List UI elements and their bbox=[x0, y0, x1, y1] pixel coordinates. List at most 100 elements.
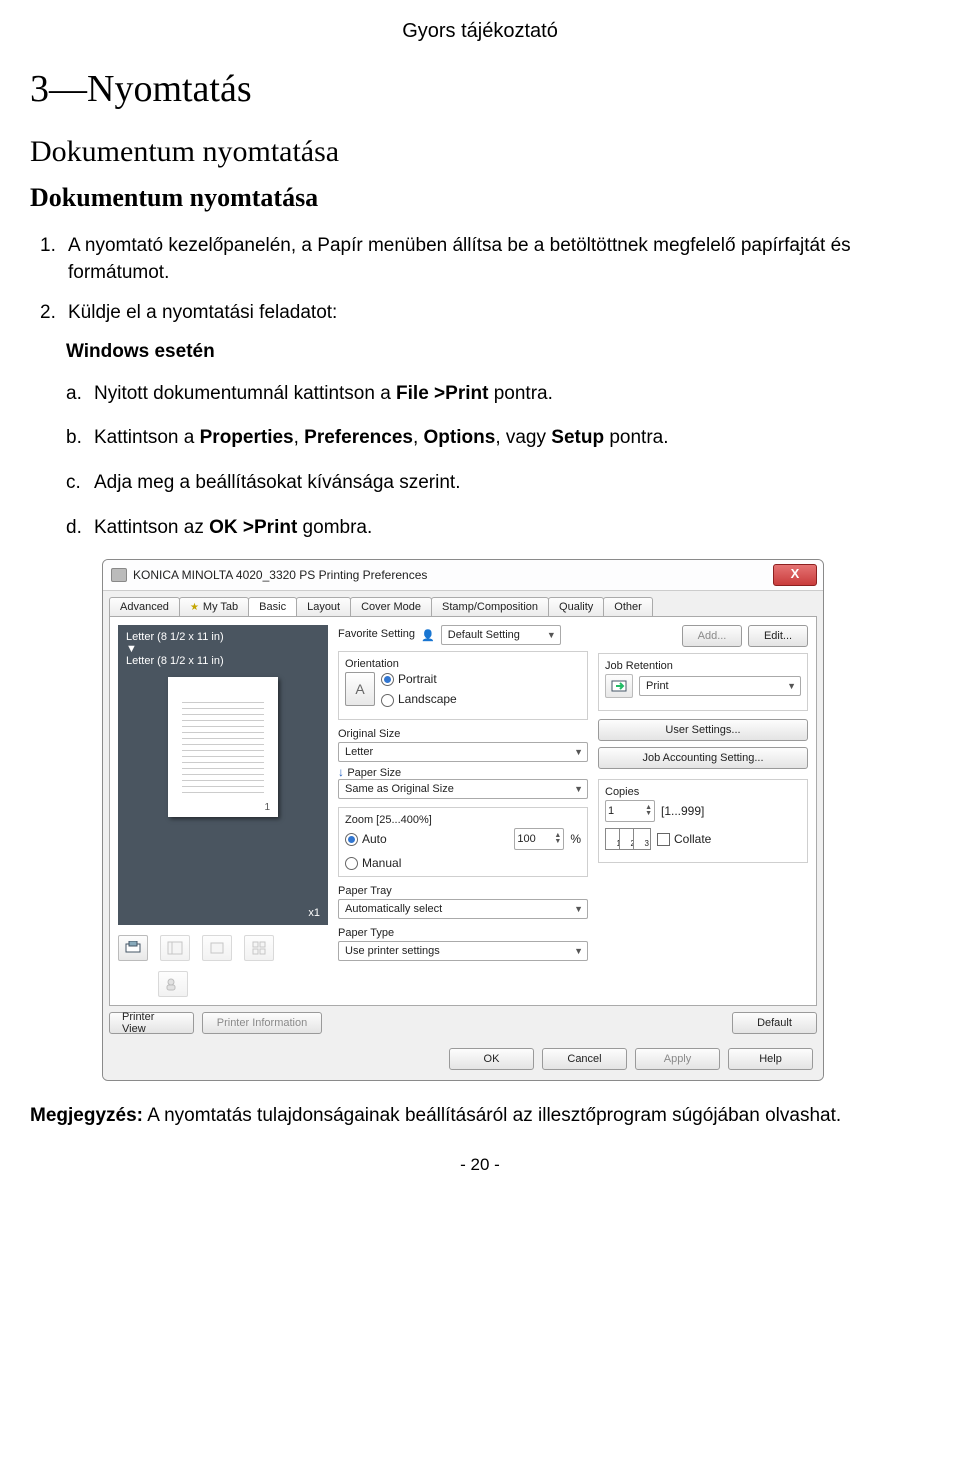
add-favorite-button[interactable]: Add... bbox=[682, 625, 742, 647]
close-button[interactable]: X bbox=[773, 564, 817, 586]
fav-buttons: Add... Edit... bbox=[598, 625, 808, 647]
original-size-value: Letter bbox=[345, 746, 373, 758]
paper-type-value: Use printer settings bbox=[345, 945, 440, 957]
zoom-value: 100 bbox=[517, 833, 535, 845]
paper-size-combo[interactable]: Same as Original Size▼ bbox=[338, 779, 588, 799]
sub-b-s2: , bbox=[413, 427, 424, 448]
default-button[interactable]: Default bbox=[732, 1012, 817, 1034]
zoom-label: Zoom [25...400%] bbox=[345, 814, 581, 826]
orientation-label: Orientation bbox=[345, 658, 581, 670]
sub-b-text: Kattintson a Properties, Preferences, Op… bbox=[94, 425, 669, 452]
toolbar-icons-row-2 bbox=[118, 971, 328, 997]
dialog-title: KONICA MINOLTA 4020_3320 PS Printing Pre… bbox=[133, 568, 427, 582]
duplex-icon bbox=[160, 935, 190, 961]
tab-mytab[interactable]: ★ My Tab bbox=[179, 597, 249, 616]
tab-cover-mode[interactable]: Cover Mode bbox=[350, 597, 432, 616]
sub-step-c: c. Adja meg a beállításokat kívánsága sz… bbox=[66, 470, 930, 497]
radio-icon bbox=[381, 673, 394, 686]
heading-1: 3—Nyomtatás bbox=[30, 67, 930, 111]
paper-tray-combo[interactable]: Automatically select▼ bbox=[338, 899, 588, 919]
job-retention-label: Job Retention bbox=[605, 660, 801, 672]
sub-c-text: Adja meg a beállításokat kívánsága szeri… bbox=[94, 470, 460, 497]
paper-type-combo[interactable]: Use printer settings▼ bbox=[338, 941, 588, 961]
dialog-titlebar[interactable]: KONICA MINOLTA 4020_3320 PS Printing Pre… bbox=[103, 560, 823, 591]
tray-icon[interactable] bbox=[118, 935, 148, 961]
page-container: Gyors tájékoztató 3—Nyomtatás Dokumentum… bbox=[0, 0, 960, 1195]
zoom-auto-radio[interactable]: Auto bbox=[345, 832, 387, 846]
zoom-value-spinner[interactable]: 100 ▲▼ bbox=[514, 828, 564, 850]
tab-mytab-label: My Tab bbox=[203, 601, 238, 613]
sub-d-text: Kattintson az OK >Print gombra. bbox=[94, 515, 372, 542]
chevron-down-icon: ▼ bbox=[574, 784, 583, 794]
sub-b-b3: Options bbox=[424, 427, 496, 448]
copies-group: Copies 1▲▼ [1...999] 123 Collate bbox=[598, 779, 808, 863]
zoom-manual-label: Manual bbox=[362, 856, 401, 870]
tab-quality[interactable]: Quality bbox=[548, 597, 604, 616]
sub-a-marker: a. bbox=[66, 381, 94, 408]
cancel-button[interactable]: Cancel bbox=[542, 1048, 627, 1070]
radio-icon bbox=[345, 833, 358, 846]
copies-range: [1...999] bbox=[661, 804, 704, 818]
preview-dst-size: Letter (8 1/2 x 11 in) bbox=[126, 655, 320, 667]
paper-size-label: Paper Size bbox=[347, 767, 401, 779]
sub-a-pre: Nyitott dokumentumnál kattintson a bbox=[94, 383, 396, 404]
radio-icon bbox=[381, 694, 394, 707]
paper-size-row: ↓ Paper Size bbox=[338, 765, 588, 779]
printer-icon bbox=[111, 568, 127, 582]
step-1-marker: 1. bbox=[40, 233, 68, 286]
copies-spinner[interactable]: 1▲▼ bbox=[605, 800, 655, 822]
printer-view-button[interactable]: Printer View bbox=[109, 1012, 194, 1034]
step-1-text: A nyomtató kezelőpanelén, a Papír menübe… bbox=[68, 233, 930, 286]
sub-a-text: Nyitott dokumentumnál kattintson a File … bbox=[94, 381, 553, 408]
help-button[interactable]: Help bbox=[728, 1048, 813, 1070]
chevron-down-icon: ▼ bbox=[574, 904, 583, 914]
original-size-combo[interactable]: Letter ▼ bbox=[338, 742, 588, 762]
radio-icon bbox=[345, 857, 358, 870]
job-accounting-button[interactable]: Job Accounting Setting... bbox=[598, 747, 808, 769]
paper-tray-label: Paper Tray bbox=[338, 885, 588, 897]
spinner-arrows-icon: ▲▼ bbox=[554, 833, 561, 845]
sub-b-marker: b. bbox=[66, 425, 94, 452]
chevron-down-icon: ▼ bbox=[574, 747, 583, 757]
portrait-radio[interactable]: Portrait bbox=[381, 672, 457, 686]
collate-checkbox[interactable]: Collate bbox=[657, 832, 711, 846]
tab-layout[interactable]: Layout bbox=[296, 597, 351, 616]
ok-button[interactable]: OK bbox=[449, 1048, 534, 1070]
apply-button[interactable]: Apply bbox=[635, 1048, 720, 1070]
sub-a-bold: File >Print bbox=[396, 383, 488, 404]
sub-b-post: pontra. bbox=[604, 427, 668, 448]
sub-c-marker: c. bbox=[66, 470, 94, 497]
sub-b-b2: Preferences bbox=[304, 427, 413, 448]
printer-information-button[interactable]: Printer Information bbox=[202, 1012, 322, 1034]
favorite-setting-combo[interactable]: Default Setting▼ bbox=[441, 625, 561, 645]
booklet-icon bbox=[202, 935, 232, 961]
dialog-footer: OK Cancel Apply Help bbox=[103, 1040, 823, 1080]
printing-preferences-dialog: KONICA MINOLTA 4020_3320 PS Printing Pre… bbox=[102, 559, 824, 1081]
star-icon: ★ bbox=[190, 602, 199, 613]
edit-favorite-button[interactable]: Edit... bbox=[748, 625, 808, 647]
sub-step-d: d. Kattintson az OK >Print gombra. bbox=[66, 515, 930, 542]
chevron-down-icon: ▼ bbox=[787, 681, 796, 691]
paper-tray-group: Paper Tray Automatically select▼ bbox=[338, 885, 588, 919]
tab-basic[interactable]: Basic bbox=[248, 597, 297, 616]
copies-label: Copies bbox=[605, 786, 801, 798]
landscape-radio[interactable]: Landscape bbox=[381, 692, 457, 706]
preview-page-number: 1 bbox=[264, 802, 270, 813]
zoom-group: Zoom [25...400%] Auto 100▲▼ % Manual bbox=[338, 807, 588, 877]
chevron-down-icon: ▼ bbox=[547, 630, 556, 640]
tab-stamp-composition[interactable]: Stamp/Composition bbox=[431, 597, 549, 616]
sub-steps: a. Nyitott dokumentumnál kattintson a Fi… bbox=[66, 381, 930, 541]
tab-strip: Advanced ★ My Tab Basic Layout Cover Mode… bbox=[103, 591, 823, 616]
job-retention-combo[interactable]: Print▼ bbox=[639, 676, 801, 696]
portrait-label: Portrait bbox=[398, 672, 437, 686]
sub-step-b: b. Kattintson a Properties, Preferences,… bbox=[66, 425, 930, 452]
tab-other[interactable]: Other bbox=[603, 597, 653, 616]
checkbox-icon bbox=[657, 833, 670, 846]
step-1: 1. A nyomtató kezelőpanelén, a Papír men… bbox=[40, 233, 930, 286]
sub-step-a: a. Nyitott dokumentumnál kattintson a Fi… bbox=[66, 381, 930, 408]
sub-b-s3: , vagy bbox=[495, 427, 551, 448]
user-settings-button[interactable]: User Settings... bbox=[598, 719, 808, 741]
tab-advanced[interactable]: Advanced bbox=[109, 597, 180, 616]
sub-a-post: pontra. bbox=[488, 383, 552, 404]
zoom-manual-radio[interactable]: Manual bbox=[345, 856, 401, 870]
